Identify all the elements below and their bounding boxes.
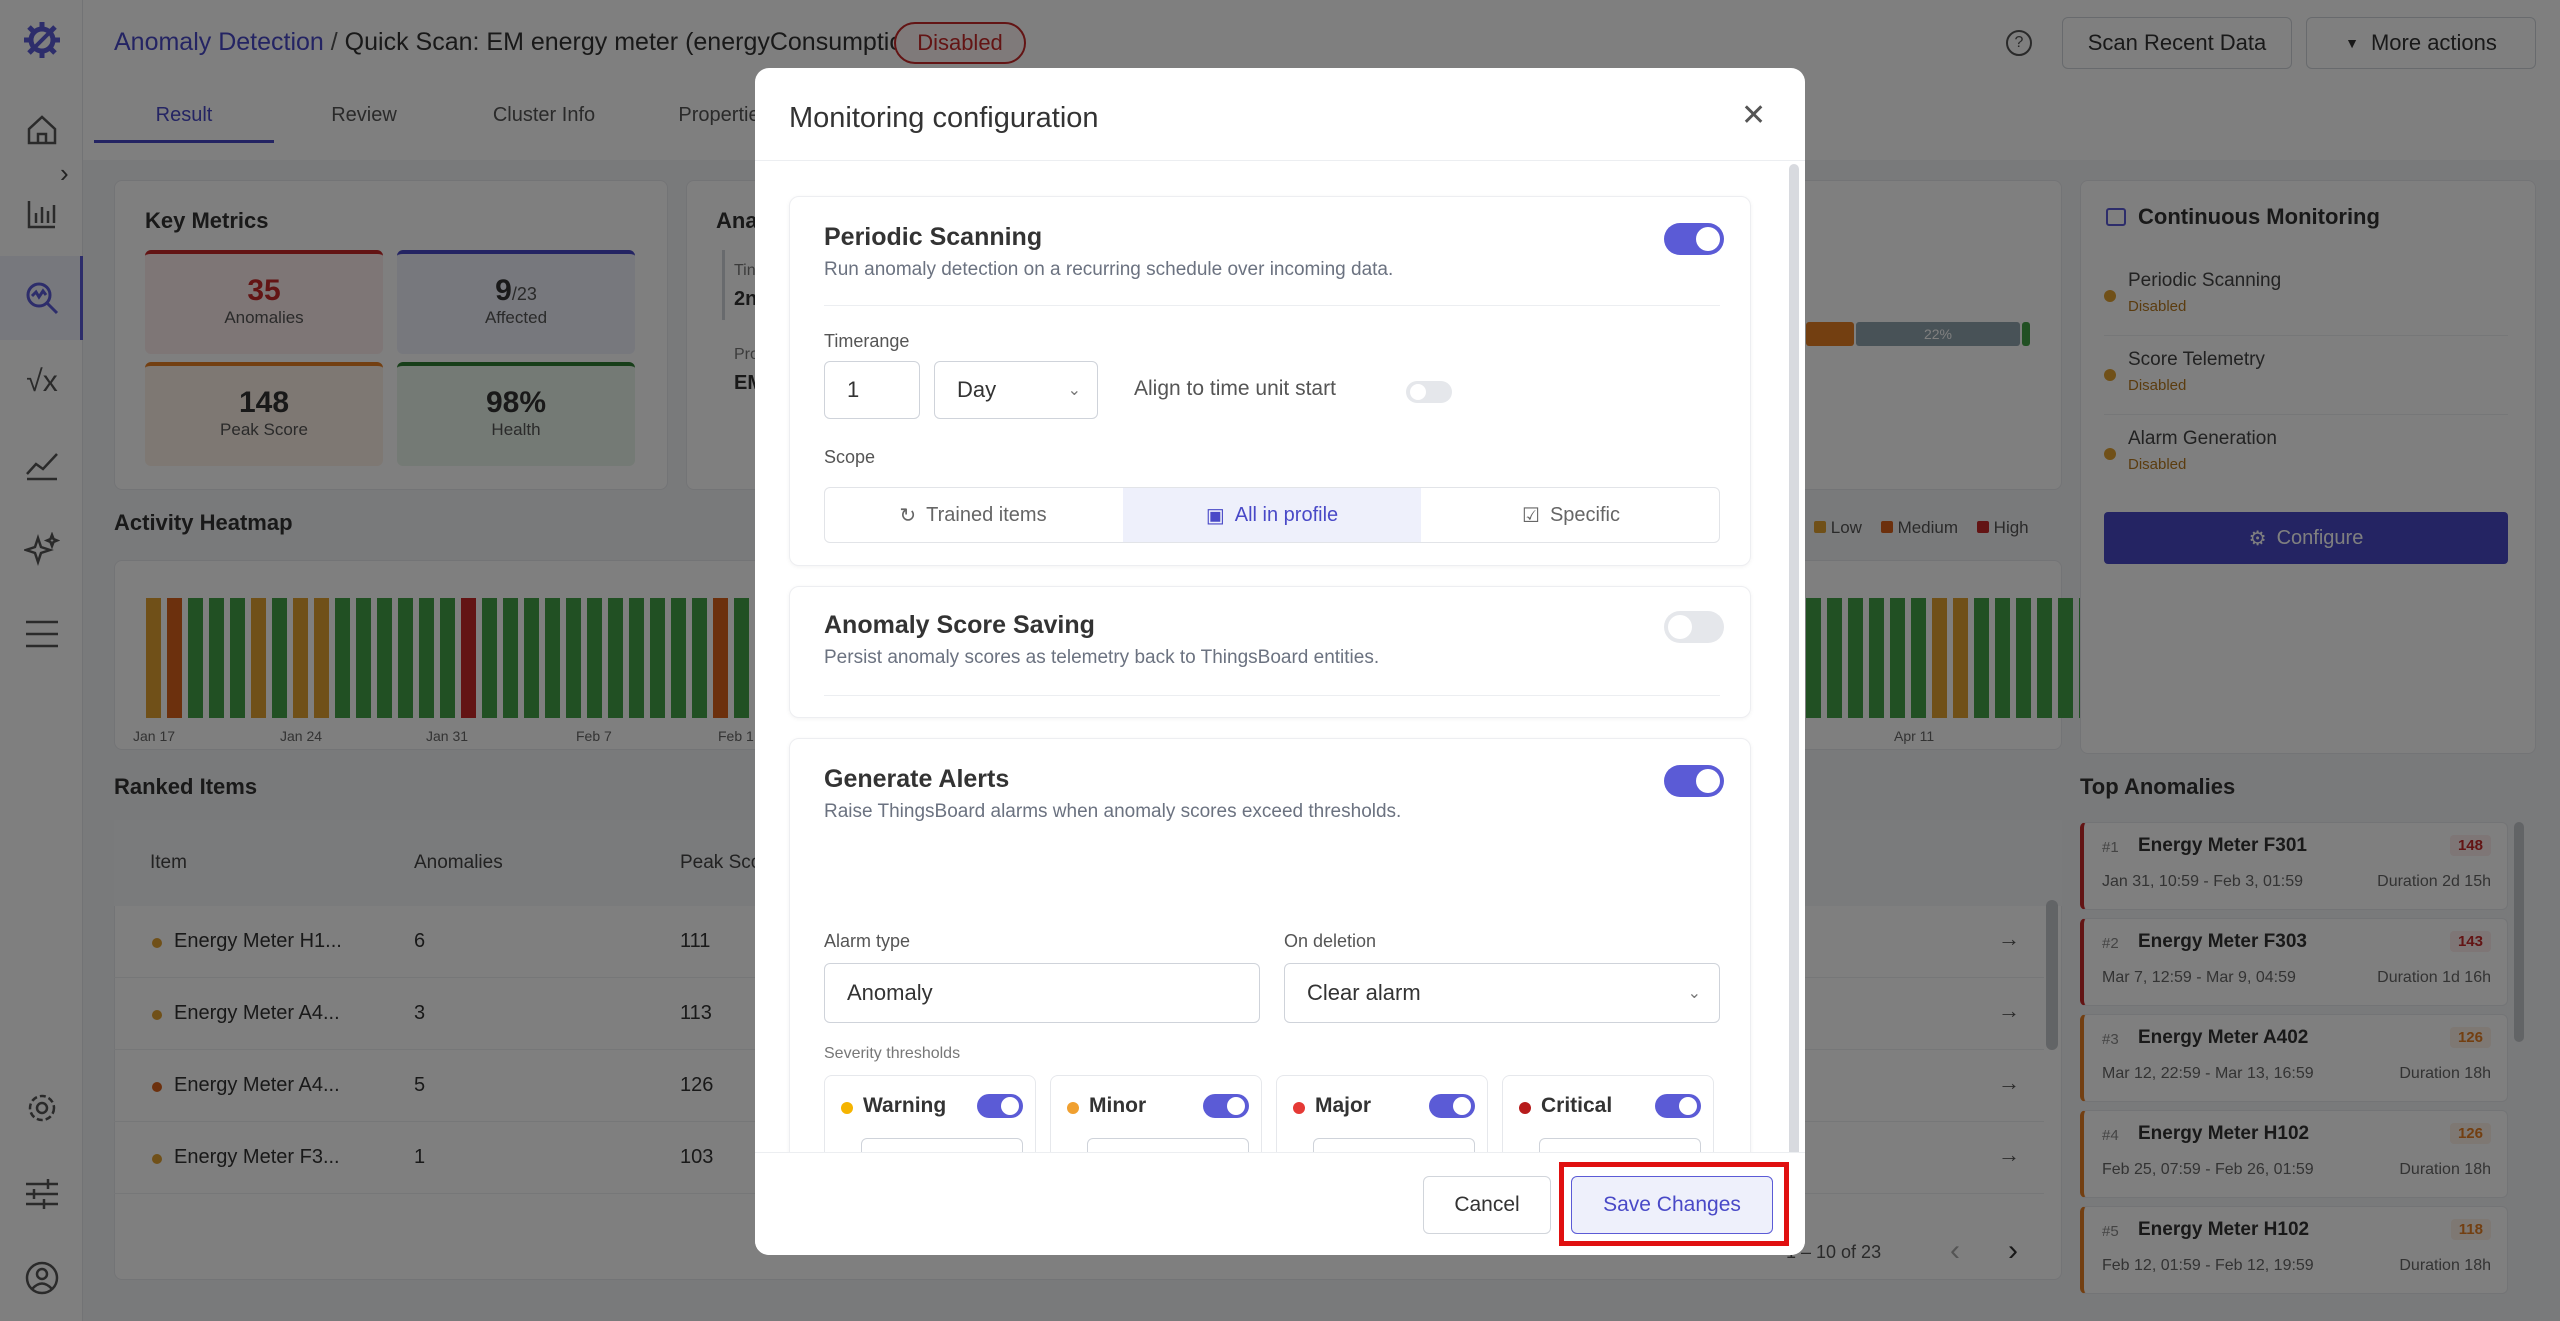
monitoring-configuration-dialog: Monitoring configuration ✕ Periodic Scan… [755, 68, 1805, 1255]
toggle-knob [1227, 1097, 1245, 1115]
periodic-title: Periodic Scanning [824, 223, 1043, 251]
threshold-name: Minor [1089, 1094, 1147, 1117]
dialog-header-divider [755, 160, 1805, 161]
timerange-unit-value: Day [957, 377, 997, 402]
timerange-label: Timerange [824, 331, 910, 351]
scope-all-in-profile[interactable]: ▣ All in profile [1123, 488, 1421, 542]
alarm-type-input[interactable]: Anomaly [824, 963, 1260, 1023]
threshold-toggle[interactable] [1203, 1094, 1249, 1118]
periodic-scanning-toggle[interactable] [1664, 223, 1724, 255]
alarm-type-label: Alarm type [824, 931, 911, 951]
alerts-title: Generate Alerts [824, 765, 1010, 793]
generate-alerts-toggle[interactable] [1664, 765, 1724, 797]
scope-specific-label: Specific [1549, 503, 1620, 526]
scope-trained-items[interactable]: ↻ Trained items [824, 487, 1122, 543]
score-saving-title: Anomaly Score Saving [824, 611, 1095, 639]
trained-icon: ↻ [899, 504, 917, 527]
timerange-unit-select[interactable]: Day ⌄ [934, 361, 1098, 419]
divider [824, 695, 1720, 696]
toggle-knob [1410, 384, 1426, 400]
periodic-desc: Run anomaly detection on a recurring sch… [824, 259, 1394, 280]
checklist-icon: ☑ [1522, 504, 1540, 527]
on-deletion-label: On deletion [1284, 931, 1377, 951]
threshold-toggle[interactable] [1655, 1094, 1701, 1118]
anomaly-score-saving-section: Anomaly Score Saving Persist anomaly sco… [789, 586, 1751, 718]
divider [824, 305, 1720, 306]
periodic-scanning-section: Periodic Scanning Run anomaly detection … [789, 196, 1751, 566]
severity-dot [1293, 1102, 1305, 1114]
on-deletion-value: Clear alarm [1307, 980, 1421, 1005]
dialog-title: Monitoring configuration [789, 102, 1099, 134]
align-toggle[interactable] [1406, 381, 1452, 403]
threshold-name: Major [1315, 1094, 1372, 1117]
toggle-knob [1453, 1097, 1471, 1115]
severity-dot [1519, 1102, 1531, 1114]
threshold-name: Critical [1541, 1094, 1613, 1117]
align-label: Align to time unit start [1134, 377, 1336, 400]
score-saving-desc: Persist anomaly scores as telemetry back… [824, 647, 1380, 668]
scope-all-label: All in profile [1234, 503, 1339, 526]
alerts-desc: Raise ThingsBoard alarms when anomaly sc… [824, 801, 1402, 822]
profile-icon: ▣ [1205, 504, 1225, 527]
toggle-knob [1668, 615, 1692, 639]
close-icon[interactable]: ✕ [1741, 98, 1766, 133]
cancel-button[interactable]: Cancel [1423, 1176, 1551, 1234]
threshold-toggle[interactable] [977, 1094, 1023, 1118]
save-changes-button[interactable]: Save Changes [1571, 1176, 1773, 1234]
timerange-value-input[interactable]: 1 [824, 361, 920, 419]
severity-dot [841, 1102, 853, 1114]
scope-trained-label: Trained items [926, 503, 1047, 526]
threshold-toggle[interactable] [1429, 1094, 1475, 1118]
toggle-knob [1696, 769, 1720, 793]
dialog-scrollbar[interactable] [1789, 164, 1799, 1164]
severity-dot [1067, 1102, 1079, 1114]
scope-specific[interactable]: ☑ Specific [1422, 487, 1720, 543]
severity-thresholds-label: Severity thresholds [824, 1045, 961, 1062]
score-saving-toggle[interactable] [1664, 611, 1724, 643]
scope-label: Scope [824, 447, 876, 467]
threshold-name: Warning [863, 1094, 947, 1117]
toggle-knob [1001, 1097, 1019, 1115]
chevron-down-icon: ⌄ [1687, 985, 1701, 1002]
toggle-knob [1696, 227, 1720, 251]
toggle-knob [1679, 1097, 1697, 1115]
on-deletion-select[interactable]: Clear alarm ⌄ [1284, 963, 1720, 1023]
chevron-down-icon: ⌄ [1067, 382, 1081, 399]
